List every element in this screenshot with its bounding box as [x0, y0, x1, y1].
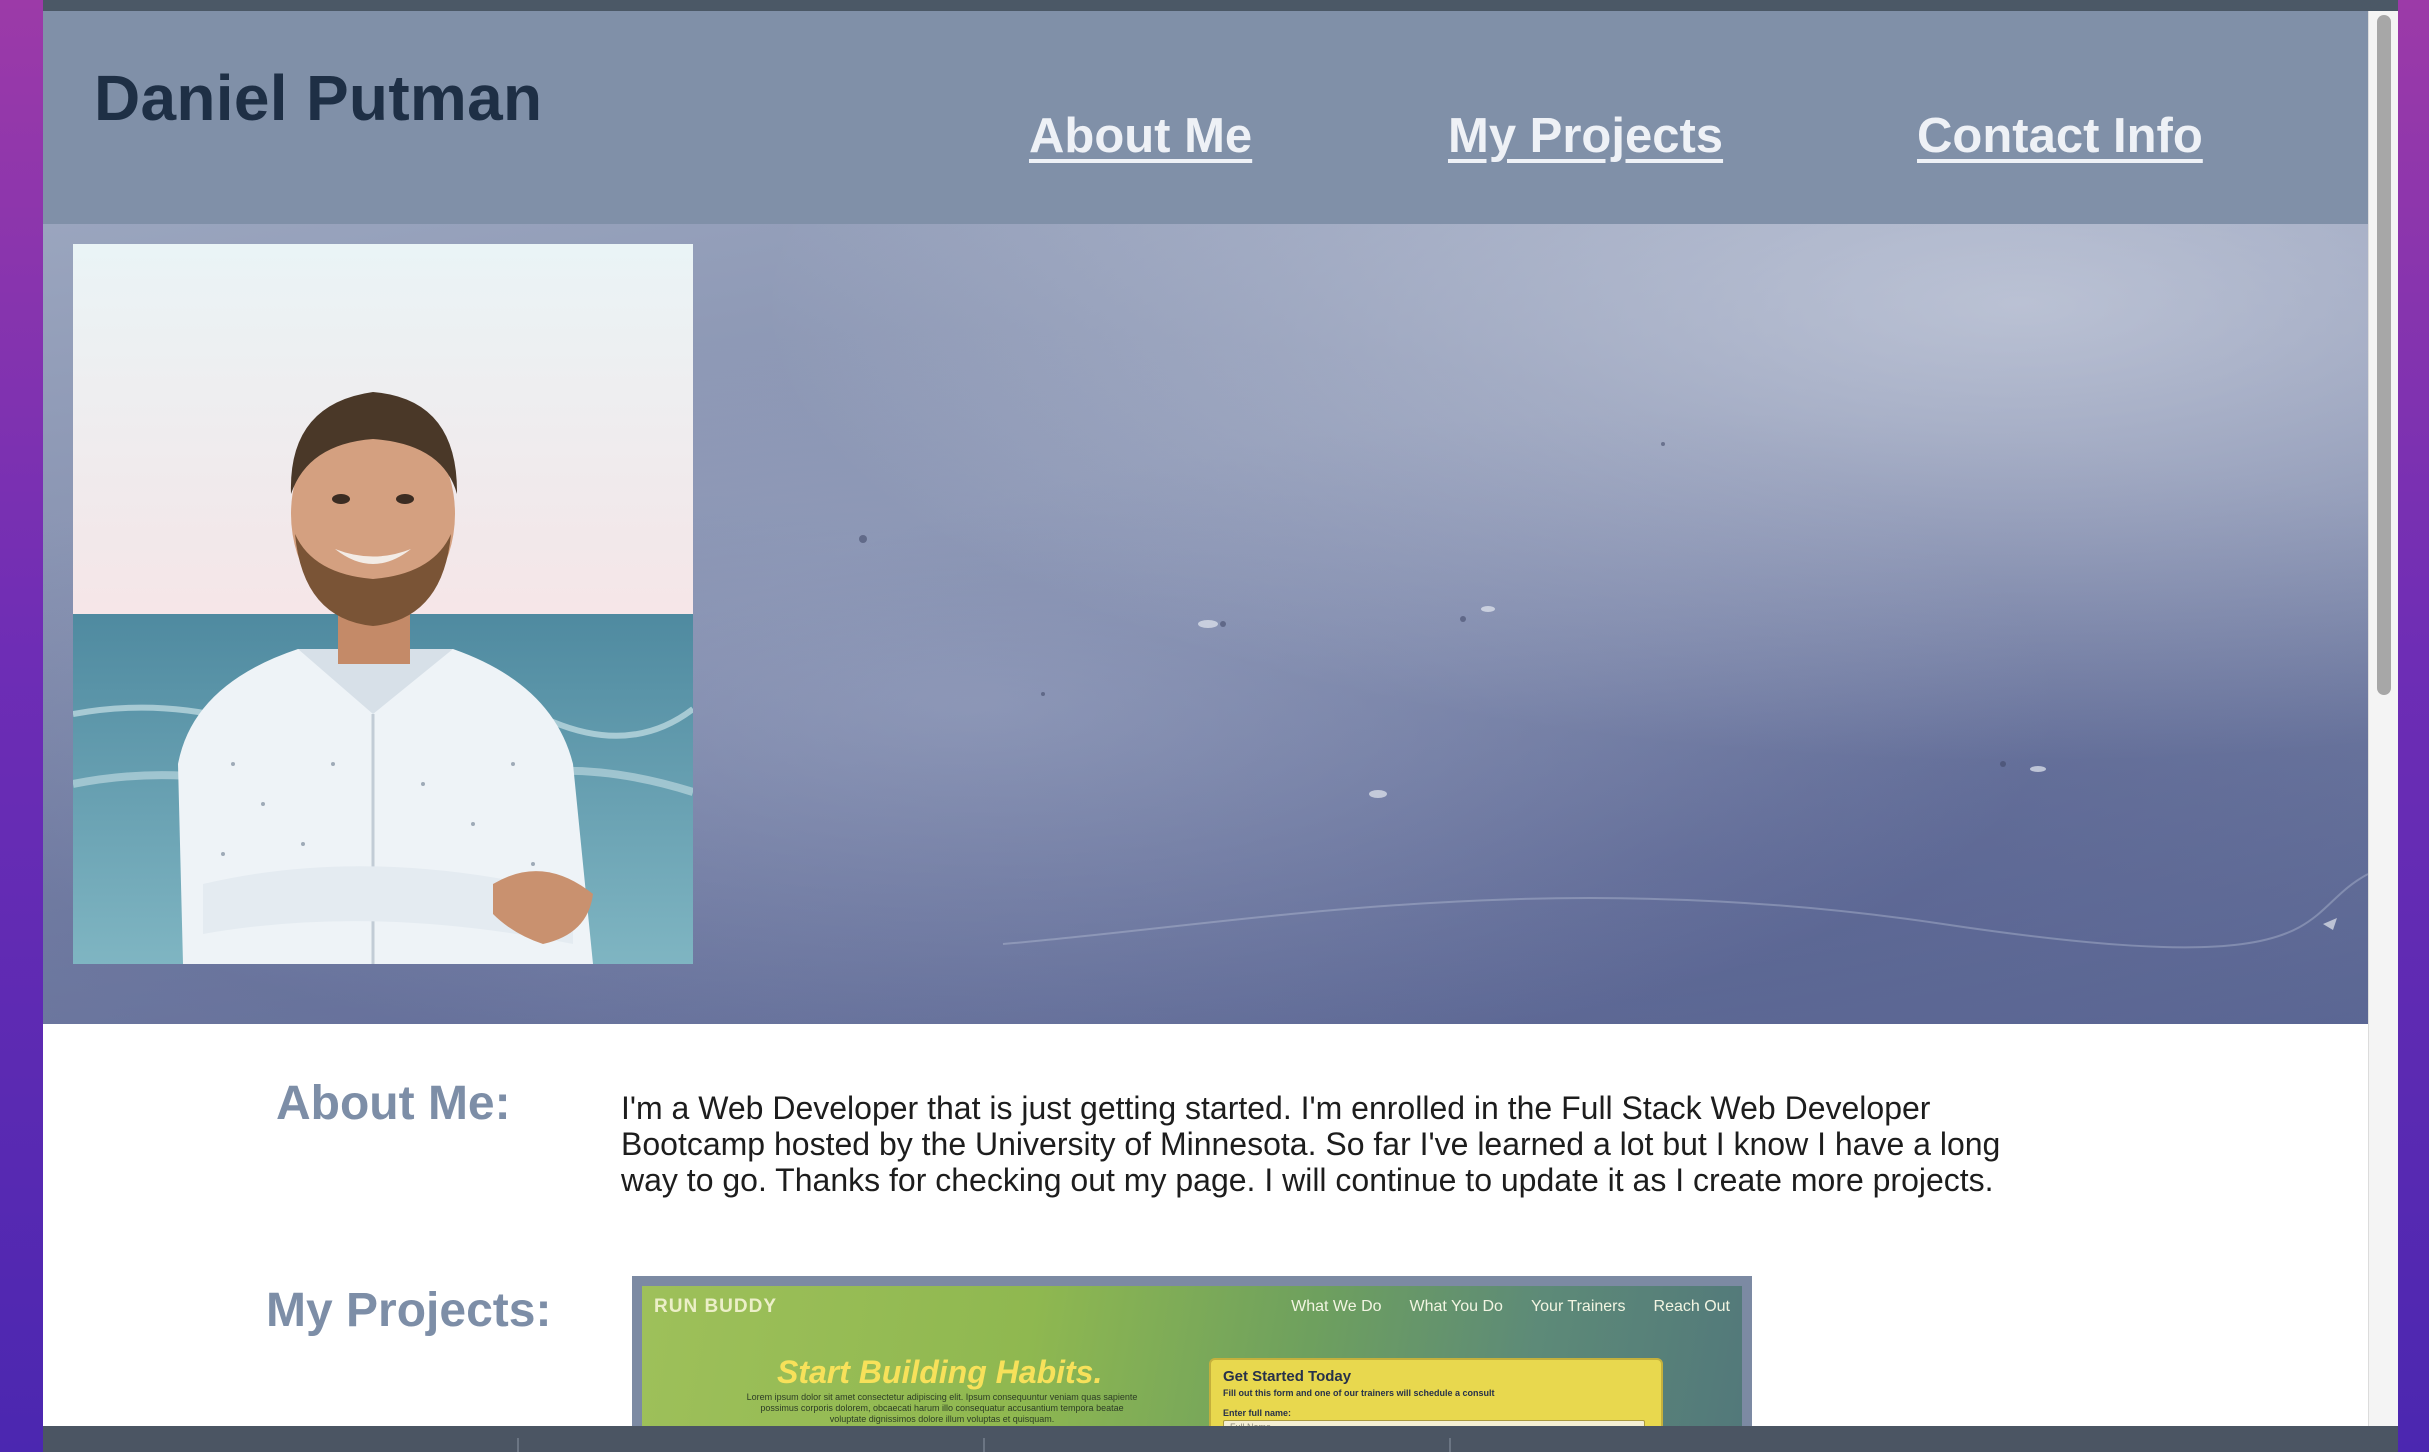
project-nav-item: Your Trainers [1530, 1298, 1626, 1315]
about-heading: About Me: [276, 1077, 511, 1130]
about-section: About Me: I'm a Web Developer that is ju… [43, 1024, 2368, 1244]
bottom-bar-divider [1449, 1438, 1451, 1452]
project-nav: What We Do What You Do Your Trainers Rea… [1291, 1298, 1730, 1316]
bottom-bar [43, 1426, 2398, 1452]
form-label: Enter full name: [1223, 1408, 1292, 1418]
portfolio-page: Daniel Putman About Me My Projects Conta… [43, 11, 2368, 1452]
hero-banner [43, 224, 2368, 1024]
about-text: I'm a Web Developer that is just getting… [621, 1090, 2001, 1198]
nav-link-about-me[interactable]: About Me [1029, 108, 1252, 164]
scrollbar-thumb[interactable] [2377, 15, 2391, 695]
project-headline: Start Building Habits. [777, 1354, 1103, 1390]
nav-link-contact-info[interactable]: Contact Info [1917, 108, 2203, 164]
site-header: Daniel Putman About Me My Projects Conta… [43, 11, 2368, 227]
window-top-bar [43, 0, 2398, 11]
browser-window: Daniel Putman About Me My Projects Conta… [43, 0, 2398, 1452]
form-subtitle: Fill out this form and one of our traine… [1223, 1388, 1495, 1398]
bottom-bar-divider [983, 1438, 985, 1452]
project-lorem: Lorem ipsum dolor sit amet consectetur a… [746, 1392, 1138, 1424]
project-nav-item: What You Do [1409, 1298, 1503, 1315]
projects-heading: My Projects: [266, 1284, 552, 1337]
site-title: Daniel Putman [94, 62, 543, 134]
bottom-bar-divider [517, 1438, 519, 1452]
project-nav-item: Reach Out [1653, 1298, 1730, 1315]
profile-photo [73, 244, 693, 964]
vertical-scrollbar[interactable] [2368, 11, 2398, 1426]
nav-link-my-projects[interactable]: My Projects [1448, 108, 1723, 164]
project-logo: RUN BUDDY [654, 1296, 777, 1317]
project-nav-item: What We Do [1291, 1298, 1382, 1315]
form-title: Get Started Today [1223, 1368, 1352, 1385]
